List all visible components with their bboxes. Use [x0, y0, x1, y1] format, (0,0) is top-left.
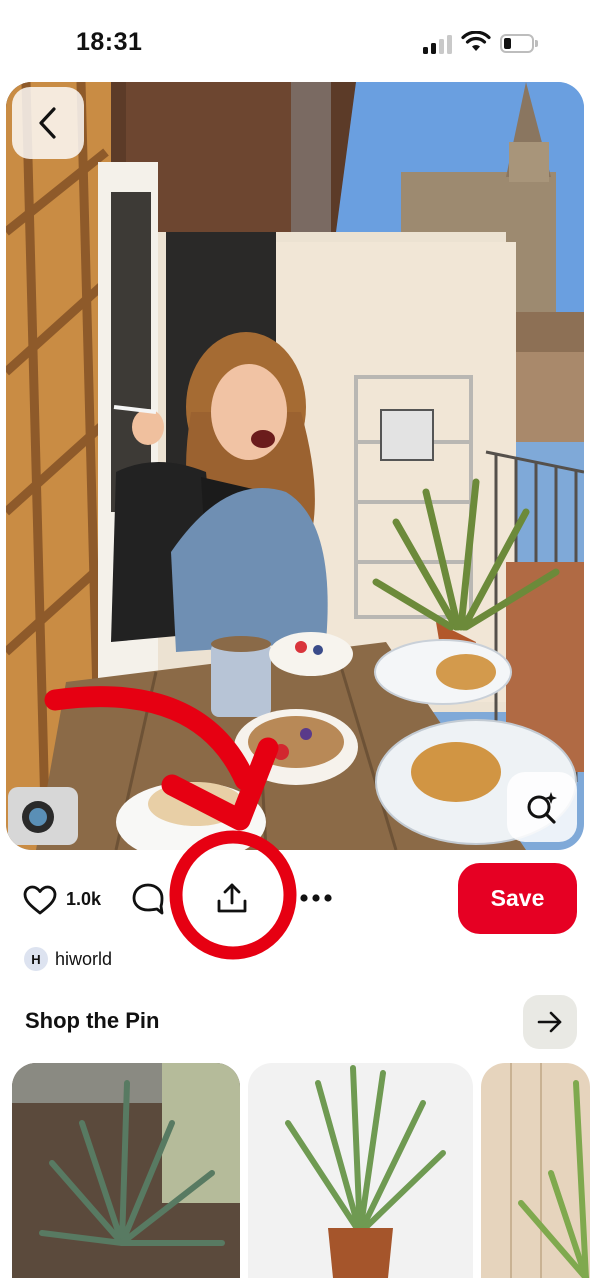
back-button[interactable] [12, 87, 84, 159]
arrow-right-icon [537, 1011, 562, 1033]
like-count: 1.0k [66, 889, 102, 909]
product-yucca [12, 1063, 240, 1278]
shop-product-card[interactable] [12, 1063, 240, 1278]
pin-action-bar: 1.0k Save [0, 860, 590, 940]
shop-see-more-button[interactable] [523, 995, 577, 1049]
like-button[interactable] [22, 882, 58, 918]
chevron-left-icon [39, 107, 56, 139]
wifi-icon [461, 31, 491, 51]
product-potted-aloe [248, 1063, 473, 1278]
more-horizontal-icon [300, 894, 332, 902]
visual-search-icon [527, 792, 557, 824]
heart-icon [23, 885, 57, 915]
battery-icon [500, 34, 540, 53]
visual-search-button[interactable] [507, 772, 577, 842]
share-icon [217, 883, 247, 913]
creator-avatar: H [24, 947, 48, 971]
status-bar: 18:31 [0, 0, 590, 80]
shop-product-card[interactable] [481, 1063, 590, 1278]
pin-photo [6, 82, 584, 850]
shop-product-card[interactable] [248, 1063, 473, 1278]
shop-section-title: Shop the Pin [25, 1008, 160, 1033]
more-options-button[interactable] [296, 885, 336, 911]
comment-button[interactable] [130, 880, 166, 918]
save-button[interactable]: Save [458, 863, 577, 934]
comment-icon [132, 883, 164, 915]
share-button[interactable] [212, 878, 252, 918]
status-time: 18:31 [76, 28, 143, 56]
product-aloe-wood [481, 1063, 590, 1278]
cellular-signal-icon [423, 34, 453, 54]
creator-link[interactable]: H hiworld [24, 946, 112, 972]
creator-name: hiworld [55, 948, 113, 969]
pin-image[interactable] [6, 82, 584, 850]
